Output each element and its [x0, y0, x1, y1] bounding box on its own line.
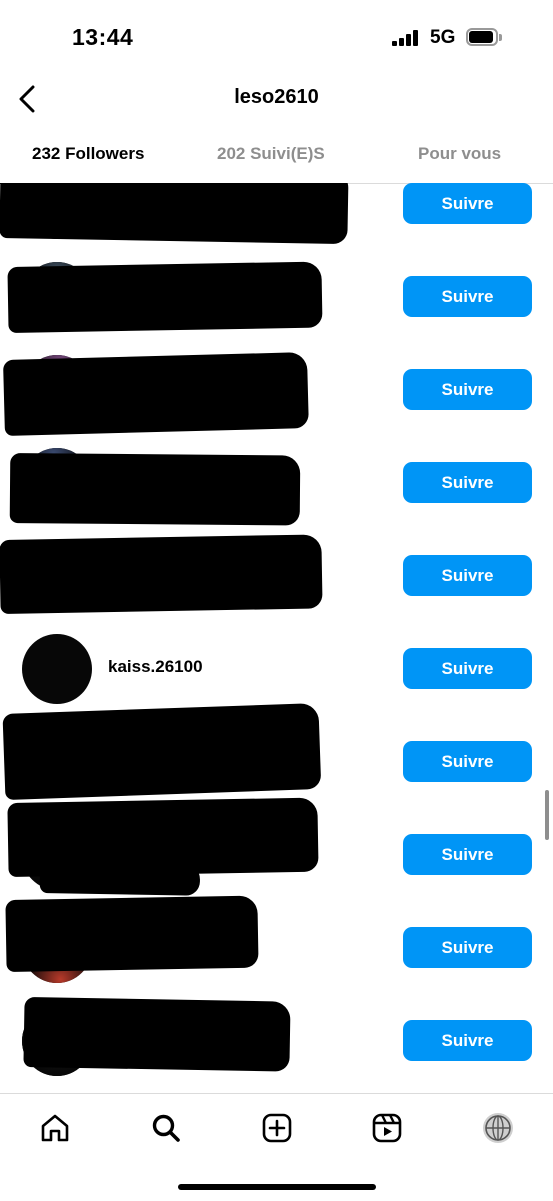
scrollbar[interactable]: [545, 790, 549, 840]
follow-button[interactable]: Suivre: [403, 555, 532, 596]
redaction-mark: [39, 859, 201, 896]
list-item[interactable]: Suivre: [0, 797, 553, 896]
profile-icon[interactable]: [482, 1112, 514, 1144]
follow-button[interactable]: Suivre: [403, 741, 532, 782]
redaction-mark: [3, 352, 309, 436]
tab-followers[interactable]: 232 Followers: [32, 144, 144, 164]
list-item[interactable]: kaiss.26100 Suivre: [0, 633, 553, 705]
search-icon[interactable]: [150, 1112, 182, 1144]
list-item[interactable]: Suivre: [0, 997, 553, 1077]
create-post-icon[interactable]: [261, 1112, 293, 1144]
profile-header: leso2610: [0, 76, 553, 126]
home-icon[interactable]: [39, 1112, 71, 1144]
follow-button[interactable]: Suivre: [403, 1020, 532, 1061]
tab-for-you[interactable]: Pour vous: [418, 144, 501, 164]
followers-list[interactable]: Suivre Suivre Suivre Suivre Suivre kaiss…: [0, 183, 553, 1093]
username[interactable]: kaiss.26100: [108, 657, 203, 677]
cellular-signal-icon: [392, 30, 420, 46]
redaction-mark: [5, 895, 259, 972]
redaction-mark: [7, 261, 323, 333]
network-type: 5G: [430, 27, 456, 48]
status-time: 13:44: [72, 24, 134, 50]
list-item[interactable]: Suivre: [0, 895, 553, 984]
follow-button[interactable]: Suivre: [403, 927, 532, 968]
status-bar: 13:44 5G: [0, 0, 553, 76]
redaction-mark: [23, 997, 291, 1072]
list-item[interactable]: Suivre: [0, 261, 553, 333]
follow-button[interactable]: Suivre: [403, 834, 532, 875]
redaction-mark: [9, 453, 301, 526]
follow-tabs: 232 Followers 202 Suivi(E)S Pour vous: [0, 136, 553, 184]
avatar[interactable]: [22, 634, 92, 704]
follow-button[interactable]: Suivre: [403, 183, 532, 224]
list-item[interactable]: Suivre: [0, 352, 553, 436]
home-indicator[interactable]: [178, 1184, 376, 1190]
follow-button[interactable]: Suivre: [403, 276, 532, 317]
page-title: leso2610: [234, 86, 319, 108]
battery-icon: [466, 28, 504, 48]
follow-button[interactable]: Suivre: [403, 369, 532, 410]
redaction-mark: [2, 702, 322, 800]
list-item[interactable]: Suivre: [0, 702, 553, 800]
tab-following[interactable]: 202 Suivi(E)S: [217, 144, 325, 164]
list-item[interactable]: Suivre: [0, 534, 553, 614]
reels-icon[interactable]: [371, 1112, 403, 1144]
redaction-mark: [0, 534, 323, 614]
list-item[interactable]: Suivre: [0, 183, 553, 245]
list-item[interactable]: Suivre: [0, 447, 553, 526]
follow-button[interactable]: Suivre: [403, 462, 532, 503]
follow-button[interactable]: Suivre: [403, 648, 532, 689]
redaction-mark: [0, 183, 349, 245]
